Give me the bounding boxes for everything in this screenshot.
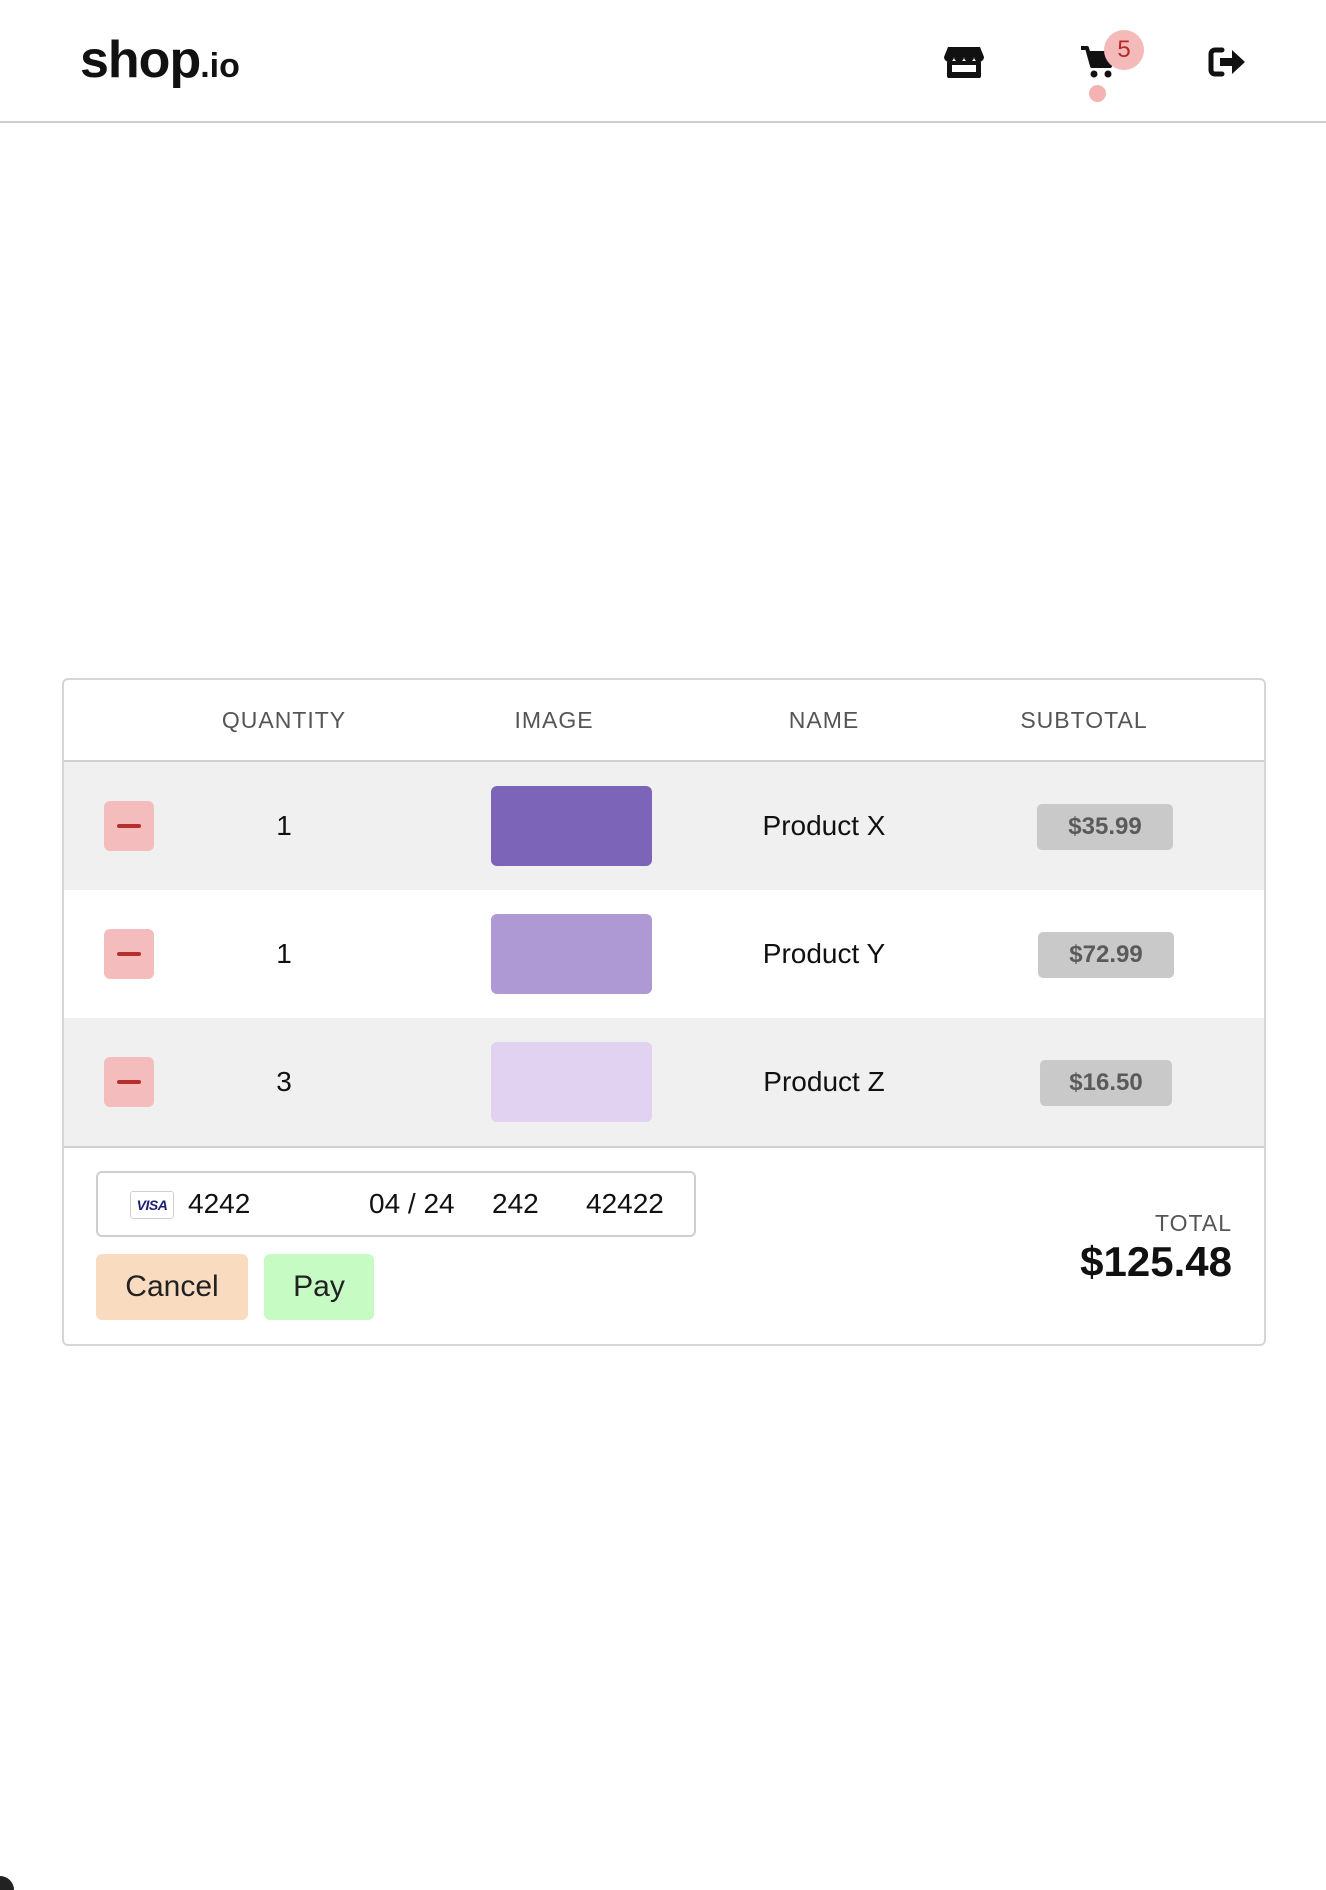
card-zip-field[interactable]: 42422 xyxy=(586,1173,664,1235)
minus-icon xyxy=(117,952,141,956)
active-indicator-dot xyxy=(1089,85,1106,102)
product-image xyxy=(491,786,652,866)
card-expiry-field[interactable]: 04 / 24 xyxy=(369,1173,455,1235)
product-image xyxy=(491,914,652,994)
minus-icon xyxy=(117,824,141,828)
card-cvc-field[interactable]: 242 xyxy=(492,1173,539,1235)
cart-count-badge: 5 xyxy=(1104,30,1144,70)
item-quantity: 3 xyxy=(276,1066,292,1097)
logout-icon[interactable] xyxy=(1204,40,1252,84)
top-nav-bar: shop.io 5 xyxy=(0,0,1326,123)
item-subtotal-badge: $35.99 xyxy=(1037,804,1173,850)
item-quantity: 1 xyxy=(276,938,292,969)
total-label: TOTAL xyxy=(1155,1210,1232,1236)
cart-table-panel: QUANTITY IMAGE NAME SUBTOTAL 1 Product X… xyxy=(62,678,1266,1346)
product-image xyxy=(491,1042,652,1122)
column-header-image: IMAGE xyxy=(514,706,594,733)
table-row: 1 Product X $35.99 xyxy=(64,762,1264,890)
total-amount: $125.48 xyxy=(1080,1238,1232,1285)
table-row: 1 Product Y $72.99 xyxy=(64,890,1264,1018)
column-header-subtotal: SUBTOTAL xyxy=(1020,706,1148,733)
product-name: Product Y xyxy=(762,938,886,969)
item-quantity: 1 xyxy=(276,810,292,841)
table-header: QUANTITY IMAGE NAME SUBTOTAL xyxy=(64,680,1264,762)
logo-main-text: shop xyxy=(80,31,201,89)
window-corner xyxy=(0,1876,14,1890)
pay-button[interactable]: Pay xyxy=(264,1254,374,1320)
remove-item-button[interactable] xyxy=(104,801,154,851)
remove-item-button[interactable] xyxy=(104,929,154,979)
item-subtotal-badge: $72.99 xyxy=(1038,932,1174,978)
store-icon[interactable] xyxy=(940,40,988,84)
visa-card-icon: VISA xyxy=(130,1191,174,1219)
shop-logo[interactable]: shop.io xyxy=(80,30,240,90)
remove-item-button[interactable] xyxy=(104,1057,154,1107)
table-row: 3 Product Z $16.50 xyxy=(64,1018,1264,1148)
product-name: Product X xyxy=(762,810,886,841)
minus-icon xyxy=(117,1080,141,1084)
logo-tld-text: .io xyxy=(200,47,240,85)
column-header-quantity: QUANTITY xyxy=(221,706,347,733)
product-name: Product Z xyxy=(763,1066,885,1097)
card-payment-input[interactable]: VISA 4242 04 / 24 242 42422 xyxy=(96,1171,696,1237)
card-number-field[interactable]: 4242 xyxy=(188,1173,250,1235)
cancel-button[interactable]: Cancel xyxy=(96,1254,248,1320)
column-header-name: NAME xyxy=(788,706,860,733)
item-subtotal-badge: $16.50 xyxy=(1040,1060,1172,1106)
